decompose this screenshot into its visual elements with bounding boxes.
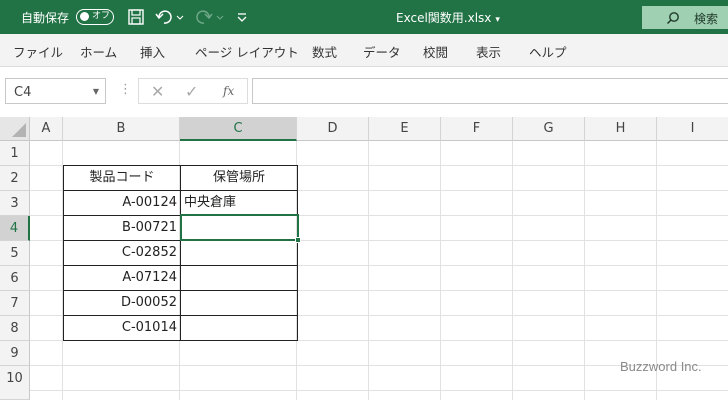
file-name[interactable]: Excel関数用.xlsx ▾	[396, 9, 500, 26]
tab-view[interactable]: 表示	[476, 42, 501, 61]
column-header-g[interactable]: G	[513, 117, 585, 141]
row-header-4[interactable]: 4	[0, 216, 30, 241]
gridline	[584, 141, 585, 400]
autosave-state: オフ	[92, 11, 111, 21]
tab-page-layout[interactable]: ページ レイアウト	[195, 42, 299, 61]
cell-c7[interactable]	[180, 290, 298, 316]
tab-data[interactable]: データ	[363, 42, 401, 61]
column-header-h[interactable]: H	[585, 117, 657, 141]
cell-b6[interactable]: A-07124	[63, 265, 181, 291]
ribbon-tabs: ファイル ホーム 挿入 ページ レイアウト 数式 データ 校閲 表示 ヘルプ	[0, 34, 728, 67]
cell-b2[interactable]: 製品コード	[63, 165, 181, 191]
name-box-value: C4	[14, 85, 32, 100]
cell-b3[interactable]: A-00124	[63, 190, 181, 216]
autosave-label: 自動保存	[21, 11, 70, 25]
spreadsheet-grid[interactable]: A B C D E F G H I 1 2 3 4 5 6 7 8 9 10 製…	[0, 117, 728, 400]
tab-home[interactable]: ホーム	[80, 42, 117, 61]
select-all-triangle-icon	[12, 123, 26, 137]
row-header-9[interactable]: 9	[0, 341, 30, 366]
cell-b5[interactable]: C-02852	[63, 240, 181, 266]
cell-b4[interactable]: B-00721	[63, 215, 181, 241]
column-header-f[interactable]: F	[441, 117, 513, 141]
column-header-e[interactable]: E	[369, 117, 441, 141]
file-name-text: Excel関数用.xlsx	[396, 11, 492, 25]
insert-function-icon[interactable]: fx	[223, 84, 234, 98]
tab-review[interactable]: 校閲	[423, 42, 448, 61]
column-header-d[interactable]: D	[297, 117, 369, 141]
row-header-8[interactable]: 8	[0, 316, 30, 341]
row-header-7[interactable]: 7	[0, 291, 30, 316]
enter-icon[interactable]: ✓	[185, 82, 198, 101]
formula-bar: C4 ▼ ⋮ ✕ ✓ fx	[0, 67, 728, 114]
cell-b7[interactable]: D-00052	[63, 290, 181, 316]
column-header-b[interactable]: B	[63, 117, 180, 141]
active-cell-selection[interactable]	[180, 214, 299, 241]
customize-toolbar-icon[interactable]	[235, 9, 249, 25]
row-header-1[interactable]: 1	[0, 141, 30, 166]
row-header-3[interactable]: 3	[0, 191, 30, 216]
cell-b8[interactable]: C-01014	[63, 315, 181, 341]
more-icon: ⋮	[119, 82, 132, 97]
formula-input[interactable]	[252, 78, 728, 104]
gridline	[440, 141, 441, 400]
fill-handle[interactable]	[295, 237, 301, 243]
autosave-toggle[interactable]: オフ	[76, 9, 114, 25]
save-icon[interactable]	[127, 9, 145, 25]
chevron-down-icon[interactable]: ▼	[93, 87, 99, 96]
formula-buttons: ✕ ✓ fx	[138, 78, 248, 104]
column-header-a[interactable]: A	[30, 117, 63, 141]
cell-c5[interactable]	[180, 240, 298, 266]
search-icon	[666, 12, 679, 25]
cell-c3[interactable]: 中央倉庫	[180, 190, 298, 216]
select-all-button[interactable]	[0, 117, 30, 141]
cell-c2[interactable]: 保管場所	[180, 165, 298, 191]
tab-formulas[interactable]: 数式	[312, 42, 337, 61]
gridline	[368, 141, 369, 400]
row-header-10[interactable]: 10	[0, 366, 30, 400]
watermark: Buzzword Inc.	[620, 359, 702, 374]
tab-insert[interactable]: 挿入	[140, 42, 165, 61]
cancel-icon[interactable]: ✕	[151, 82, 164, 101]
column-header-c[interactable]: C	[180, 117, 297, 141]
gridline	[30, 390, 728, 391]
toggle-knob	[80, 12, 89, 21]
cell-c8[interactable]	[180, 315, 298, 341]
cell-c6[interactable]	[180, 265, 298, 291]
title-bar: 自動保存 オフ Excel関数用.xlsx ▾ 検索	[0, 0, 728, 34]
chevron-down-icon: ▾	[495, 15, 500, 25]
redo-icon[interactable]	[195, 9, 225, 25]
row-header-5[interactable]: 5	[0, 241, 30, 266]
gridline	[512, 141, 513, 400]
tab-file[interactable]: ファイル	[13, 42, 63, 61]
name-box[interactable]: C4 ▼	[5, 78, 106, 104]
undo-icon[interactable]	[155, 9, 185, 25]
tab-help[interactable]: ヘルプ	[529, 42, 567, 61]
row-header-6[interactable]: 6	[0, 266, 30, 291]
search-box[interactable]: 検索	[642, 6, 728, 29]
row-header-2[interactable]: 2	[0, 166, 30, 191]
search-label: 検索	[694, 12, 719, 26]
column-header-i[interactable]: I	[657, 117, 728, 141]
